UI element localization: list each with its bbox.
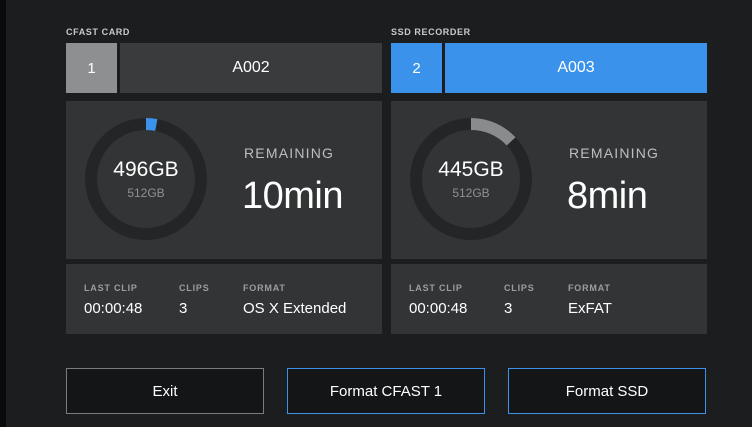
ssd-remaining-label: REMAINING (569, 145, 660, 161)
format-label: FORMAT (243, 283, 286, 293)
exit-button[interactable]: Exit (66, 368, 264, 414)
ssd-info-panel: LAST CLIP 00:00:48 CLIPS 3 FORMAT ExFAT (391, 264, 707, 334)
ssd-capacity-used: 445GB (438, 158, 504, 181)
cfast-slot-number[interactable]: 1 (66, 43, 117, 93)
ssd-capacity-total: 512GB (452, 186, 490, 200)
cfast-capacity-used: 496GB (113, 158, 179, 181)
clips-label: CLIPS (179, 283, 210, 293)
ssd-storage-panel: 445GB 512GB REMAINING 8min (391, 101, 707, 259)
clips-value: 3 (179, 300, 188, 317)
ssd-clip-name[interactable]: A003 (445, 43, 707, 93)
cfast-storage-panel: 496GB 512GB REMAINING 10min (66, 101, 382, 259)
cfast-capacity-total: 512GB (127, 186, 165, 200)
format-cfast-button[interactable]: Format CFAST 1 (287, 368, 485, 414)
ssd-remaining-time: 8min (567, 175, 648, 217)
cfast-clip-name[interactable]: A002 (120, 43, 382, 93)
last-clip-value: 00:00:48 (409, 300, 468, 317)
cfast-remaining-label: REMAINING (244, 145, 335, 161)
cfast-info-panel: LAST CLIP 00:00:48 CLIPS 3 FORMAT OS X E… (66, 264, 382, 334)
ssd-slot-number[interactable]: 2 (391, 43, 442, 93)
last-clip-label: LAST CLIP (409, 283, 463, 293)
clips-label: CLIPS (504, 283, 535, 293)
last-clip-label: LAST CLIP (84, 283, 138, 293)
screen-bezel (0, 0, 6, 427)
cfast-remaining-time: 10min (242, 175, 344, 217)
format-label: FORMAT (568, 283, 611, 293)
last-clip-value: 00:00:48 (84, 300, 143, 317)
cfast-section-label: CFAST CARD (66, 27, 130, 37)
ssd-section-label: SSD RECORDER (391, 27, 471, 37)
clips-value: 3 (504, 300, 513, 317)
format-value: ExFAT (568, 300, 612, 317)
format-value: OS X Extended (243, 300, 347, 317)
media-format-screen: CFAST CARD 1 A002 496GB 512GB REMAINING … (0, 0, 752, 427)
format-ssd-button[interactable]: Format SSD (508, 368, 706, 414)
